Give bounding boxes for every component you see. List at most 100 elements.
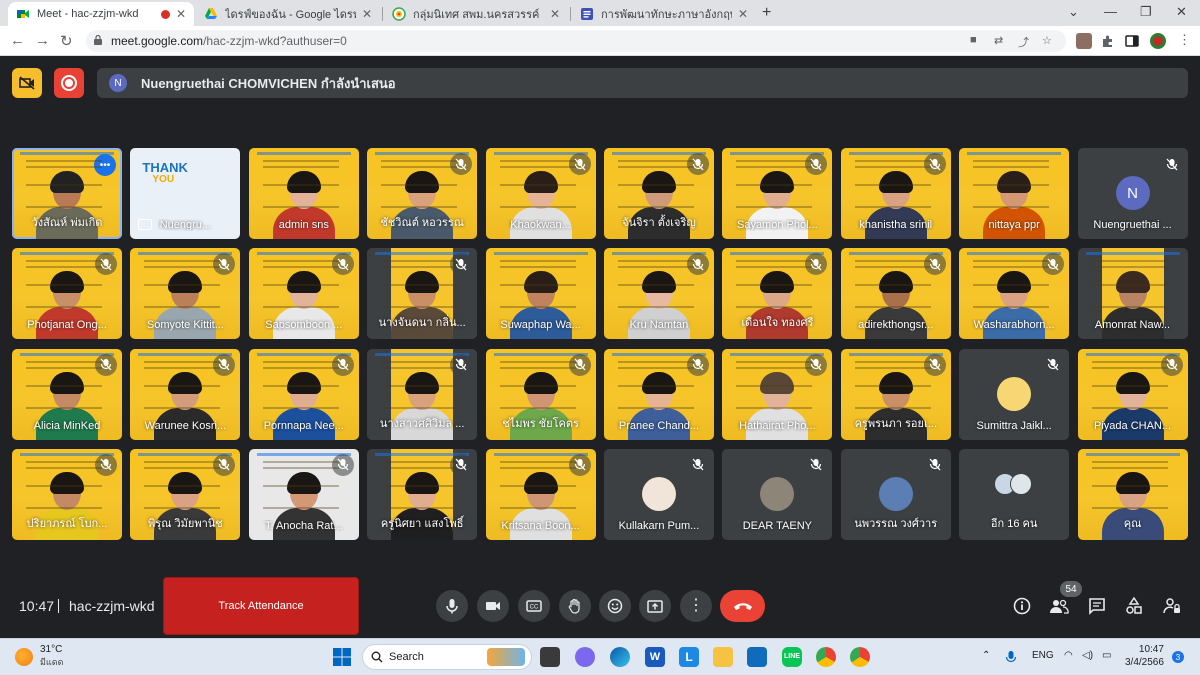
participant-tile[interactable]: ชัชวิณต์ หอวรรณ xyxy=(367,148,478,239)
microphone-tray-icon[interactable] xyxy=(1005,650,1019,664)
word-icon[interactable]: W xyxy=(645,647,665,667)
participant-tile[interactable]: Kritsana Boon... xyxy=(485,448,596,540)
participant-tile[interactable]: T. Anocha Rat... xyxy=(248,448,359,540)
participant-tile[interactable]: Washarabhorn... xyxy=(959,248,1070,340)
minimize-button[interactable]: — xyxy=(1104,4,1117,19)
microphone-button[interactable] xyxy=(436,590,468,622)
show-hidden-icons-icon[interactable]: ⌃ xyxy=(982,650,990,661)
extension-avatar-icon[interactable] xyxy=(1076,33,1092,49)
participant-tile[interactable]: ••• วังสัณห์ พ่มเกิด xyxy=(12,148,122,239)
weather-sun-icon[interactable] xyxy=(15,648,33,666)
participant-tile[interactable]: ครูนิศยา แสงโพธิ์ xyxy=(367,448,478,540)
wifi-icon[interactable]: ◠ xyxy=(1064,650,1073,661)
participant-tile[interactable]: admin sns xyxy=(248,148,359,239)
battery-icon[interactable]: ▭ xyxy=(1102,650,1111,661)
chrome-icon[interactable] xyxy=(816,647,836,667)
volume-icon[interactable]: ◁) xyxy=(1082,650,1093,661)
close-tab-icon[interactable]: ✕ xyxy=(738,7,748,21)
participant-tile[interactable]: Pranee Chand... xyxy=(603,348,714,440)
participant-tile[interactable]: จันจิรา ตั้งเจริญ xyxy=(603,148,714,239)
participant-tile[interactable]: ปริยาภรณ์ โบก... xyxy=(12,448,122,540)
participant-tile[interactable]: Warunee Kosri... xyxy=(130,348,241,440)
tab-english-forms[interactable]: การพัฒนาทักษะภาษาอังกฤษ English ✕ xyxy=(572,2,756,26)
l-app-icon[interactable]: L xyxy=(679,647,699,667)
participant-tile[interactable]: Hathairat Pho... xyxy=(722,348,833,440)
participant-tile[interactable]: นางสาวศศิวิมล ... xyxy=(367,348,478,440)
windows-start-button[interactable] xyxy=(332,647,352,667)
participant-tile[interactable]: ครูพรนภา รอยเ... xyxy=(840,348,951,440)
file-explorer-icon[interactable] xyxy=(713,647,733,667)
meeting-details-button[interactable] xyxy=(1012,596,1032,616)
close-tab-icon[interactable]: ✕ xyxy=(176,7,186,21)
translate-icon[interactable]: ⇄ xyxy=(994,34,1003,47)
people-button[interactable] xyxy=(1049,596,1069,616)
profile-avatar-icon[interactable] xyxy=(1150,33,1166,49)
participant-tile[interactable]: พิรุณ วิมัยพานิช xyxy=(130,448,241,540)
close-tab-icon[interactable]: ✕ xyxy=(550,7,560,21)
participant-tile[interactable]: Kullakarn Pum... xyxy=(603,448,714,540)
teams-chat-icon[interactable] xyxy=(575,647,595,667)
participant-tile[interactable]: อีก 16 คน xyxy=(959,448,1070,540)
notification-badge[interactable]: 3 xyxy=(1172,651,1184,663)
participant-tile[interactable]: Alicia MinKed xyxy=(12,348,122,440)
taskbar-clock[interactable]: 10:47 3/4/2566 xyxy=(1125,643,1164,669)
participant-tile[interactable]: นางจันดนา กลิ่น... xyxy=(367,248,478,340)
share-icon[interactable]: ⤴ xyxy=(1018,34,1029,50)
participant-tile[interactable]: Sumittra Jaikl... xyxy=(959,348,1070,440)
edge-icon[interactable] xyxy=(610,647,630,667)
line-app-icon[interactable]: LINE xyxy=(782,647,802,667)
camera-in-use-icon[interactable]: ■ xyxy=(970,34,977,46)
participant-tile[interactable]: ชไมพร ชัยโคตร xyxy=(485,348,596,440)
emoji-reaction-button[interactable] xyxy=(599,590,631,622)
participant-tile[interactable]: นพวรรณ วงศ์วาร xyxy=(840,448,951,540)
extensions-puzzle-icon[interactable] xyxy=(1100,33,1116,49)
host-controls-button[interactable] xyxy=(1162,596,1182,616)
tab-meet[interactable]: Meet - hac-zzjm-wkd ✕ xyxy=(8,2,194,26)
maximize-button[interactable]: ❐ xyxy=(1140,4,1152,20)
camera-off-button[interactable] xyxy=(12,68,42,98)
chat-button[interactable] xyxy=(1087,596,1107,616)
new-tab-button[interactable]: + xyxy=(762,4,771,22)
mail-icon[interactable] xyxy=(747,647,767,667)
participant-tile[interactable]: Piyada CHAN... xyxy=(1077,348,1188,440)
participant-tile[interactable]: Suwaphap Wa... xyxy=(485,248,596,340)
address-bar[interactable]: meet.google.com/hac-zzjm-wkd?authuser=0 … xyxy=(86,30,1066,52)
participant-tile[interactable]: Somyote Kittit... xyxy=(130,248,241,340)
participant-tile[interactable]: Kru Namtan xyxy=(603,248,714,340)
participant-tile[interactable]: THANK YOU Nuengru... xyxy=(130,148,241,239)
reload-button[interactable]: ↻ xyxy=(60,32,73,50)
weather-widget[interactable]: 31°C มีแดด xyxy=(40,644,63,668)
participant-tile[interactable]: เดือนใจ ทองศรี xyxy=(722,248,833,340)
participant-tile[interactable]: adirekthongsr... xyxy=(840,248,951,340)
language-indicator[interactable]: ENG xyxy=(1032,650,1054,661)
activities-button[interactable] xyxy=(1124,596,1144,616)
participant-options-icon[interactable]: ••• xyxy=(94,154,116,176)
tab-supervision-group[interactable]: กลุ่มนิเทศ สพม.นครสวรรค์ ✕ xyxy=(384,2,568,26)
track-attendance-button[interactable]: Track Attendance xyxy=(163,577,359,635)
participant-tile[interactable]: Amonrat Naw... xyxy=(1077,248,1188,340)
participant-tile[interactable]: N Nuengruethai ... xyxy=(1077,148,1188,239)
participant-tile[interactable]: Sayamon Phol... xyxy=(722,148,833,239)
close-tab-icon[interactable]: ✕ xyxy=(362,7,372,21)
taskbar-search[interactable]: Search xyxy=(362,644,532,670)
recording-button[interactable] xyxy=(54,68,84,98)
camera-button[interactable] xyxy=(477,590,509,622)
participant-tile[interactable]: Khaokwan... xyxy=(485,148,596,239)
bookmark-star-icon[interactable]: ☆ xyxy=(1042,34,1052,47)
raise-hand-button[interactable] xyxy=(559,590,591,622)
more-options-button[interactable]: ⋮ xyxy=(680,590,712,622)
forward-button[interactable]: → xyxy=(35,32,50,49)
present-screen-button[interactable] xyxy=(639,590,671,622)
participant-tile[interactable]: Sapsomboon ... xyxy=(248,248,359,340)
task-view-icon[interactable] xyxy=(540,647,560,667)
back-button[interactable]: ← xyxy=(10,32,25,49)
tab-search-icon[interactable]: ⌄ xyxy=(1068,4,1079,20)
participant-tile[interactable]: nittaya ppr xyxy=(959,148,1070,239)
close-window-button[interactable]: ✕ xyxy=(1176,4,1187,20)
participant-tile[interactable]: DEAR TAENY xyxy=(722,448,833,540)
participant-tile[interactable]: Photjanat Ong... xyxy=(12,248,122,340)
captions-button[interactable]: CC xyxy=(518,590,550,622)
participant-tile[interactable]: Pornnapa Nee... xyxy=(248,348,359,440)
leave-call-button[interactable] xyxy=(720,590,765,622)
participant-tile[interactable]: khanistha srinil xyxy=(840,148,951,239)
